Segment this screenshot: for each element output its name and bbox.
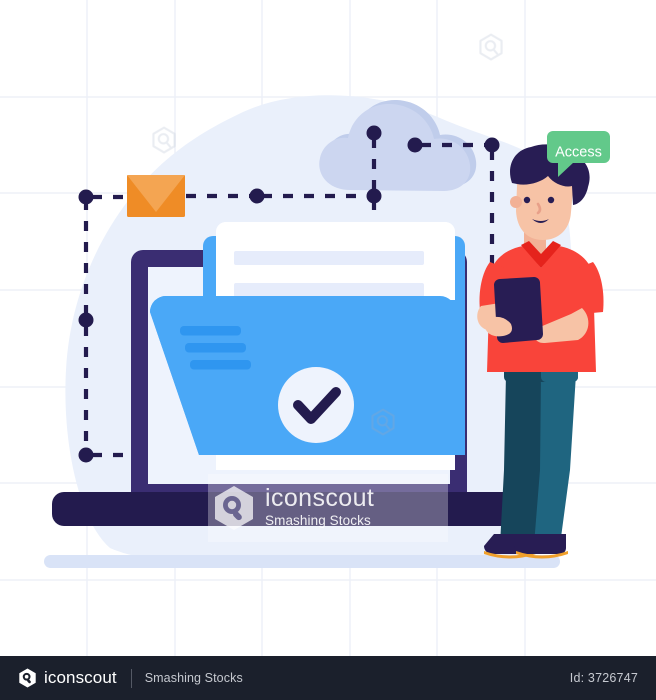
iconscout-logo-icon bbox=[19, 668, 36, 688]
illustration-canvas: Access bbox=[0, 0, 656, 656]
watermark-badge-top-right bbox=[479, 33, 503, 61]
watermark-badge-left bbox=[152, 126, 176, 154]
check-badge bbox=[278, 367, 354, 443]
footer-divider bbox=[130, 668, 132, 688]
footer-bar: iconscout Smashing Stocks Id: 3726747 bbox=[0, 656, 656, 700]
footer-asset-id: Id: 3726747 bbox=[569, 671, 638, 685]
node-center-line bbox=[249, 188, 265, 204]
envelope-icon bbox=[127, 175, 185, 217]
node-left-mid bbox=[78, 312, 94, 328]
node-right-top bbox=[484, 137, 500, 153]
footer-brand[interactable]: iconscout bbox=[18, 668, 117, 688]
document-sheet-overlay bbox=[216, 222, 455, 300]
footer-contributor-name[interactable]: Smashing Stocks bbox=[145, 671, 243, 685]
node-cloud-right bbox=[366, 188, 382, 204]
node-cloud-mid bbox=[407, 137, 423, 153]
leg-left bbox=[500, 374, 541, 545]
eye-left bbox=[523, 196, 531, 204]
node-left-top bbox=[78, 189, 94, 205]
screenshot-root: Access iconscout Smashing Stocks iconsco… bbox=[0, 0, 656, 700]
folder-lines bbox=[180, 326, 251, 370]
node-cloud-left bbox=[366, 125, 382, 141]
shoe-right bbox=[514, 534, 568, 559]
sleeve-right bbox=[578, 262, 604, 314]
watermark-band bbox=[208, 474, 448, 542]
footer-brand-name: iconscout bbox=[44, 668, 117, 687]
node-left-bottom bbox=[78, 447, 94, 463]
speech-bubble-label: Access bbox=[555, 144, 602, 160]
eye-right bbox=[547, 196, 555, 204]
ear bbox=[510, 196, 522, 208]
laptop-shadow bbox=[44, 555, 560, 568]
